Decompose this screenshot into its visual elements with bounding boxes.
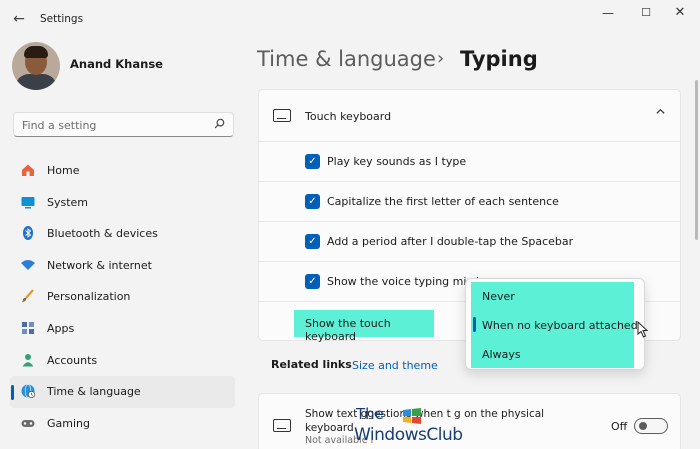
search-placeholder: Find a setting xyxy=(22,119,97,132)
touch-keyboard-header[interactable]: Touch keyboard xyxy=(259,90,680,142)
related-links-label: Related links xyxy=(271,358,352,371)
dropdown-option-always[interactable]: Always xyxy=(482,348,521,361)
sidebar-item-time-language[interactable]: Time & language xyxy=(10,376,235,408)
accounts-icon xyxy=(19,352,37,370)
back-arrow-icon[interactable]: ← xyxy=(9,10,29,28)
checkbox-capitalize[interactable]: ✓ xyxy=(305,194,320,209)
maximize-button[interactable]: ☐ xyxy=(632,6,660,20)
app-title: Settings xyxy=(40,13,84,25)
selected-indicator xyxy=(473,317,476,332)
bluetooth-icon xyxy=(19,225,37,243)
system-icon xyxy=(19,194,37,212)
search-icon xyxy=(214,118,225,132)
sidebar-item-personalization[interactable]: Personalization xyxy=(10,281,235,313)
checkbox-voice-mic[interactable]: ✓ xyxy=(305,274,320,289)
breadcrumb-separator: › xyxy=(437,48,445,69)
network-icon xyxy=(19,257,37,275)
page-title: Typing xyxy=(460,47,538,71)
sidebar-item-network[interactable]: Network & internet xyxy=(10,250,235,282)
show-touch-keyboard-label: Show the touch keyboard xyxy=(294,310,434,343)
sidebar-item-system[interactable]: System xyxy=(10,187,235,219)
globe-clock-icon xyxy=(19,383,37,401)
text-suggestions-toggle[interactable] xyxy=(634,418,668,434)
sidebar-item-accounts[interactable]: Accounts xyxy=(10,345,235,377)
scrollbar[interactable] xyxy=(695,80,698,240)
sidebar-item-apps[interactable]: Apps xyxy=(10,313,235,345)
keyboard-icon xyxy=(273,419,291,432)
checkbox-period[interactable]: ✓ xyxy=(305,234,320,249)
sidebar-item-bluetooth[interactable]: Bluetooth & devices xyxy=(10,218,235,250)
size-and-theme-link[interactable]: Size and theme xyxy=(352,359,438,372)
keyboard-icon xyxy=(273,109,291,122)
watermark-line1: The xyxy=(356,405,384,423)
sidebar-item-gaming[interactable]: Gaming xyxy=(10,408,235,440)
search-input[interactable]: Find a setting xyxy=(13,112,234,137)
option-row-capitalize: ✓ Capitalize the first letter of each se… xyxy=(259,182,680,222)
option-row-period: ✓ Add a period after I double-tap the Sp… xyxy=(259,222,680,262)
minimize-button[interactable]: — xyxy=(594,6,622,20)
avatar[interactable] xyxy=(12,42,60,90)
user-name: Anand Khanse xyxy=(70,57,163,71)
checkbox-key-sounds[interactable]: ✓ xyxy=(305,154,320,169)
breadcrumb-parent[interactable]: Time & language xyxy=(257,47,436,71)
apps-icon xyxy=(19,320,37,338)
dropdown-option-never[interactable]: Never xyxy=(482,290,515,303)
home-icon xyxy=(19,162,37,180)
toggle-state-label: Off xyxy=(611,420,628,433)
touch-keyboard-dropdown: Never When no keyboard attached Always xyxy=(465,278,645,370)
touch-keyboard-title: Touch keyboard xyxy=(305,110,392,123)
gaming-icon xyxy=(19,415,37,433)
watermark-line2: WindowsClub xyxy=(354,425,463,445)
chevron-up-icon[interactable] xyxy=(655,106,666,120)
dropdown-option-no-keyboard[interactable]: When no keyboard attached xyxy=(482,319,638,332)
option-row-key-sounds: ✓ Play key sounds as I type xyxy=(259,142,680,182)
windows-logo-icon xyxy=(402,407,422,425)
brush-icon xyxy=(19,288,37,306)
title-bar: ← Settings — ☐ ✕ xyxy=(0,0,700,38)
close-button[interactable]: ✕ xyxy=(666,6,694,20)
sidebar-nav: Home System Bluetooth & devices Network … xyxy=(10,155,235,439)
watermark: The WindowsClub xyxy=(352,405,482,449)
sidebar-item-home[interactable]: Home xyxy=(10,155,235,187)
mouse-cursor-icon xyxy=(637,320,649,338)
